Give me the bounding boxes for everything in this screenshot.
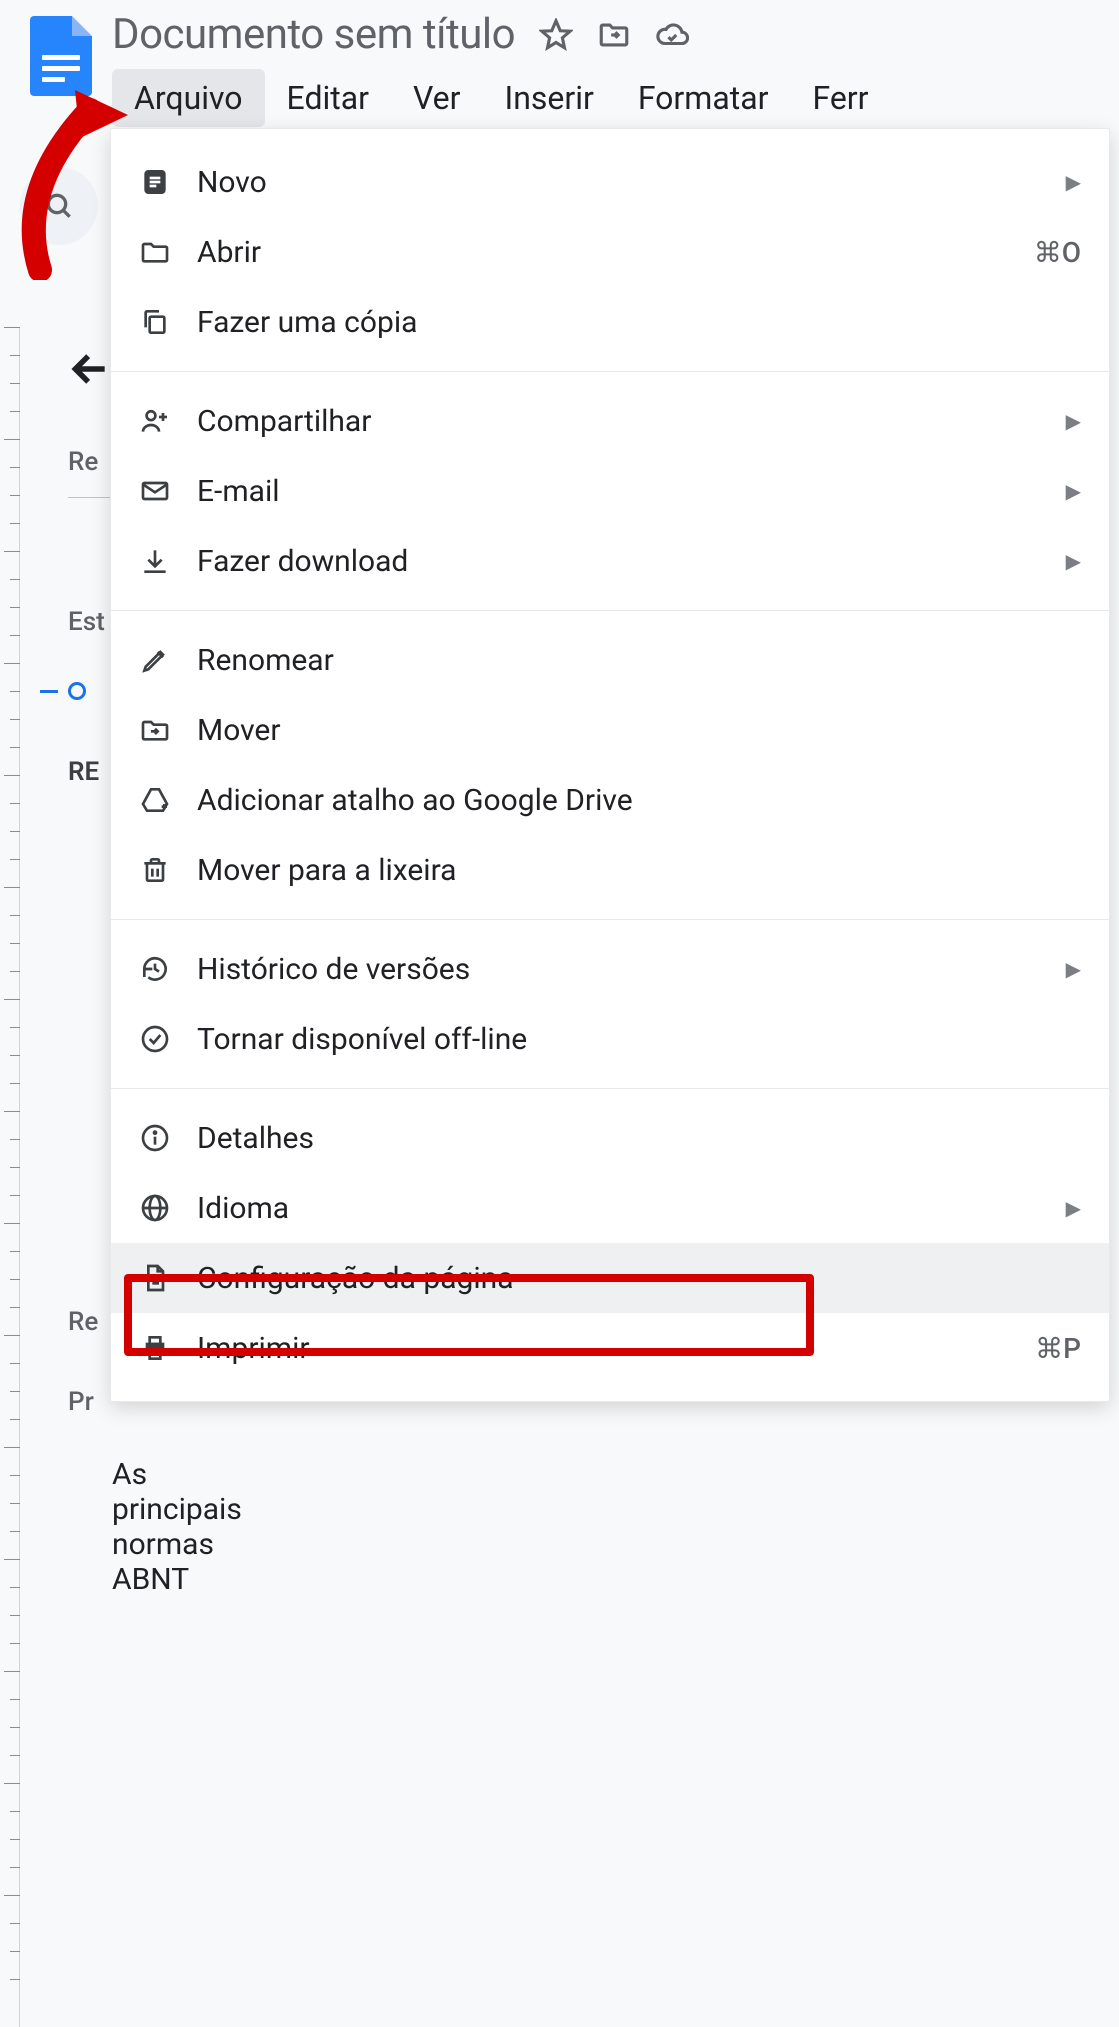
menu-item-label: Mover para a lixeira <box>197 853 456 888</box>
menu-email[interactable]: E-mail ▶ <box>111 456 1109 526</box>
outline-item[interactable]: Re <box>68 1307 98 1337</box>
envelope-icon <box>139 475 171 507</box>
menu-item-label: Adicionar atalho ao Google Drive <box>197 783 633 818</box>
menu-item-label: Configuração da página <box>197 1261 514 1296</box>
menu-ver[interactable]: Ver <box>391 69 483 127</box>
menu-item-label: Novo <box>197 165 267 200</box>
menu-configuracao-pagina[interactable]: Configuração da página <box>111 1243 1109 1313</box>
menu-historico-versoes[interactable]: Histórico de versões ▶ <box>111 934 1109 1004</box>
menu-mover[interactable]: Mover <box>111 695 1109 765</box>
document-title[interactable]: Documento sem título <box>112 10 515 59</box>
file-menu-dropdown: Novo ▶ Abrir ⌘O Fazer uma cópia Comparti… <box>110 128 1110 1402</box>
menu-idioma[interactable]: Idioma ▶ <box>111 1173 1109 1243</box>
menu-item-label: Fazer download <box>197 544 408 579</box>
chevron-right-icon: ▶ <box>1066 409 1081 433</box>
chevron-right-icon: ▶ <box>1066 170 1081 194</box>
history-icon <box>139 953 171 985</box>
menu-arquivo[interactable]: Arquivo <box>112 69 265 127</box>
menu-novo[interactable]: Novo ▶ <box>111 147 1109 217</box>
menu-editar[interactable]: Editar <box>265 69 391 127</box>
move-folder-icon[interactable] <box>597 18 631 52</box>
menu-item-label: Mover <box>197 713 281 748</box>
menu-fazer-copia[interactable]: Fazer uma cópia <box>111 287 1109 357</box>
menu-ferramentas[interactable]: Ferr <box>790 69 890 127</box>
folder-icon <box>139 236 171 268</box>
document-filled-icon <box>139 166 171 198</box>
menu-item-label: E-mail <box>197 474 280 509</box>
menu-compartilhar[interactable]: Compartilhar ▶ <box>111 386 1109 456</box>
menu-detalhes[interactable]: Detalhes <box>111 1103 1109 1173</box>
menu-atalho-drive[interactable]: Adicionar atalho ao Google Drive <box>111 765 1109 835</box>
info-icon <box>139 1122 171 1154</box>
menu-separator <box>111 371 1109 372</box>
print-icon <box>139 1332 171 1364</box>
menu-separator <box>111 919 1109 920</box>
outline-collapse-button[interactable] <box>68 347 112 395</box>
menu-separator <box>111 1088 1109 1089</box>
menu-item-label: Abrir <box>197 235 261 270</box>
shortcut-label: ⌘P <box>1035 1332 1081 1365</box>
menu-item-label: Idioma <box>197 1191 289 1226</box>
outline-bullet[interactable] <box>40 682 86 700</box>
menu-imprimir[interactable]: Imprimir ⌘P <box>111 1313 1109 1383</box>
outline-item[interactable]: RE <box>68 757 99 787</box>
menu-abrir[interactable]: Abrir ⌘O <box>111 217 1109 287</box>
outline-item[interactable]: Re <box>68 447 98 477</box>
vertical-ruler <box>0 327 20 2027</box>
menu-item-label: Imprimir <box>197 1331 310 1366</box>
offline-check-icon <box>139 1023 171 1055</box>
menu-lixeira[interactable]: Mover para a lixeira <box>111 835 1109 905</box>
download-icon <box>139 545 171 577</box>
chevron-right-icon: ▶ <box>1066 957 1081 981</box>
chevron-right-icon: ▶ <box>1066 479 1081 503</box>
trash-icon <box>139 854 171 886</box>
outline-item[interactable]: Est <box>68 607 105 637</box>
chevron-right-icon: ▶ <box>1066 1196 1081 1220</box>
annotation-arrow <box>10 80 130 280</box>
star-icon[interactable] <box>539 18 573 52</box>
menu-inserir[interactable]: Inserir <box>482 69 615 127</box>
person-add-icon <box>139 405 171 437</box>
cloud-saved-icon[interactable] <box>655 18 689 52</box>
menubar: Arquivo Editar Ver Inserir Formatar Ferr <box>112 69 890 127</box>
menu-item-label: Compartilhar <box>197 404 371 439</box>
menu-item-label: Renomear <box>197 643 334 678</box>
menu-item-label: Histórico de versões <box>197 952 470 987</box>
page-setup-icon <box>139 1262 171 1294</box>
menu-item-label: Tornar disponível off-line <box>197 1022 527 1057</box>
menu-renomear[interactable]: Renomear <box>111 625 1109 695</box>
pencil-icon <box>139 644 171 676</box>
outline-item[interactable]: Pr <box>68 1387 94 1417</box>
outline-separator <box>68 497 110 498</box>
chevron-right-icon: ▶ <box>1066 549 1081 573</box>
menu-formatar[interactable]: Formatar <box>616 69 791 127</box>
shortcut-label: ⌘O <box>1034 236 1081 269</box>
drive-shortcut-icon <box>139 784 171 816</box>
menu-offline[interactable]: Tornar disponível off-line <box>111 1004 1109 1074</box>
folder-move-icon <box>139 714 171 746</box>
menu-download[interactable]: Fazer download ▶ <box>111 526 1109 596</box>
menu-separator <box>111 610 1109 611</box>
menu-item-label: Detalhes <box>197 1121 314 1156</box>
globe-icon <box>139 1192 171 1224</box>
document-body-text: As principais normas ABNT <box>112 1457 242 1597</box>
copy-icon <box>139 306 171 338</box>
menu-item-label: Fazer uma cópia <box>197 305 417 340</box>
